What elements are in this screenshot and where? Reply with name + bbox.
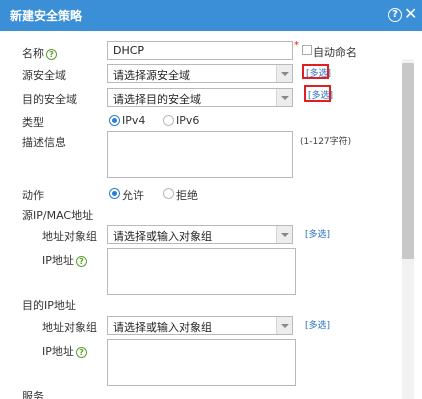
- dst-addr-section-label: 目的IP地址: [22, 299, 76, 312]
- description-hint: (1-127字符): [300, 137, 352, 147]
- src-ip-help-icon[interactable]: ?: [75, 255, 87, 267]
- src-zone-value: 请选择源安全域: [113, 69, 190, 82]
- action-allow-label: 允许: [122, 189, 144, 202]
- type-ipv6-label: IPv6: [176, 114, 200, 127]
- dst-ip-label: IP地址?: [42, 343, 87, 359]
- close-icon[interactable]: ✕: [404, 5, 417, 23]
- dst-obj-group-label: 地址对象组: [42, 321, 97, 334]
- action-allow-radio[interactable]: [109, 188, 120, 199]
- src-obj-group-value: 请选择或输入对象组: [113, 230, 212, 243]
- src-zone-multi-link[interactable]: [多选]: [306, 66, 331, 79]
- src-addr-section-label: 源IP/MAC地址: [22, 209, 94, 222]
- description-label: 描述信息: [22, 136, 66, 149]
- dst-zone-value: 请选择目的安全域: [113, 93, 201, 106]
- chevron-down-icon: [281, 72, 289, 76]
- type-ipv6-radio[interactable]: [163, 115, 174, 126]
- action-label: 动作: [22, 189, 44, 202]
- src-obj-group-select[interactable]: 请选择或输入对象组: [107, 225, 293, 244]
- required-mark: *: [294, 40, 299, 51]
- dst-obj-group-value: 请选择或输入对象组: [113, 321, 212, 334]
- chevron-down-icon: [281, 324, 289, 328]
- src-zone-label: 源安全域: [22, 69, 66, 82]
- type-ipv4-radio[interactable]: [109, 115, 120, 126]
- auto-name-label: 自动命名: [313, 46, 357, 59]
- dialog-titlebar: 新建安全策略 ? ✕: [0, 0, 422, 31]
- dialog-title: 新建安全策略: [10, 9, 83, 23]
- name-label: 名称?: [22, 45, 57, 61]
- help-icon[interactable]: ?: [388, 8, 402, 22]
- name-input[interactable]: DHCP: [107, 41, 293, 60]
- scrollbar-thumb[interactable]: [402, 63, 414, 259]
- dst-zone-label: 目的安全域: [22, 93, 77, 106]
- dst-ip-help-icon[interactable]: ?: [75, 346, 87, 358]
- dst-zone-multi-link[interactable]: [多选]: [308, 88, 333, 101]
- src-obj-group-dropdown-button[interactable]: [276, 226, 292, 243]
- dst-zone-select[interactable]: 请选择目的安全域: [107, 88, 293, 107]
- name-help-icon[interactable]: ?: [46, 48, 57, 60]
- src-ip-label: IP地址?: [42, 252, 87, 268]
- type-label: 类型: [22, 116, 44, 129]
- auto-name-checkbox[interactable]: [302, 45, 312, 55]
- dst-obj-group-dropdown-button[interactable]: [276, 317, 292, 334]
- chevron-down-icon: [281, 96, 289, 100]
- src-obj-group-multi-link[interactable]: [多选]: [305, 227, 330, 240]
- service-section-label: 服务: [22, 390, 44, 399]
- src-zone-select[interactable]: 请选择源安全域: [107, 64, 293, 83]
- chevron-down-icon: [281, 233, 289, 237]
- description-textarea[interactable]: [107, 131, 293, 178]
- action-deny-radio[interactable]: [163, 188, 174, 199]
- type-ipv4-label: IPv4: [122, 114, 146, 127]
- src-zone-dropdown-button[interactable]: [276, 65, 292, 82]
- src-obj-group-label: 地址对象组: [42, 230, 97, 243]
- src-ip-textarea[interactable]: [107, 248, 296, 295]
- dst-obj-group-multi-link[interactable]: [多选]: [305, 318, 330, 331]
- dst-obj-group-select[interactable]: 请选择或输入对象组: [107, 316, 293, 335]
- action-deny-label: 拒绝: [176, 189, 198, 202]
- dst-zone-dropdown-button[interactable]: [276, 89, 292, 106]
- dst-ip-textarea[interactable]: [107, 339, 296, 386]
